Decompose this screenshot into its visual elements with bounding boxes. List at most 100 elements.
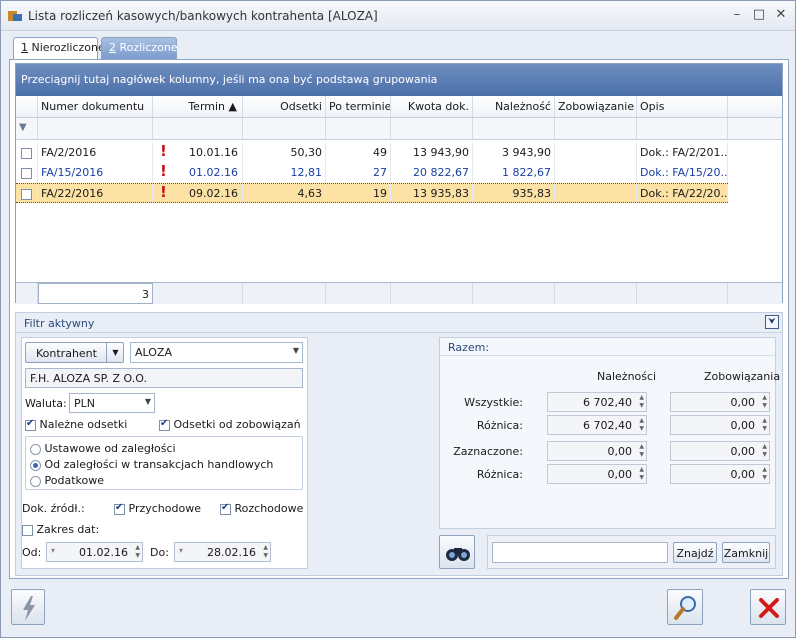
grid-summary-row: 3 bbox=[16, 282, 782, 304]
search-input[interactable] bbox=[492, 542, 668, 563]
filter-panel: Kontrahent ▼ ALOZA ▼ F.H. ALOZA SP. Z O.O… bbox=[21, 337, 308, 569]
preview-button[interactable] bbox=[667, 589, 703, 625]
przychodowe-checkbox[interactable]: Przychodowe bbox=[114, 502, 201, 515]
tab-number: 1 bbox=[21, 41, 28, 54]
cell-doc: FA/22/2016 bbox=[38, 184, 153, 202]
summary-count: 3 bbox=[38, 283, 153, 304]
odsetki-type-group: Ustawowe od zaległości Od zaległości w t… bbox=[25, 436, 303, 490]
close-search-button[interactable]: Zamknij bbox=[722, 542, 770, 563]
zobowiazania-header: Zobowiązania bbox=[704, 370, 781, 383]
maximize-button[interactable]: □ bbox=[750, 7, 768, 23]
sort-ascending-icon: ▲ bbox=[228, 100, 237, 113]
row-select-checkbox[interactable] bbox=[16, 143, 38, 163]
waluta-select[interactable]: PLN ▼ bbox=[69, 393, 155, 413]
roznica-naleznosci: 6 702,40 ▲ ▼ bbox=[547, 415, 647, 435]
summary-cell bbox=[16, 283, 38, 304]
collapse-chevron-icon[interactable]: ⮟ bbox=[765, 315, 779, 329]
do-label: Do: bbox=[150, 546, 169, 559]
wszystkie-label: Wszystkie: bbox=[464, 396, 523, 409]
value: 0,00 bbox=[730, 468, 756, 481]
value: 0,00 bbox=[607, 468, 633, 481]
summary-cell bbox=[637, 283, 728, 304]
cell-odsetki: 4,63 bbox=[243, 184, 326, 202]
kontrahent-combo[interactable]: ALOZA ▼ bbox=[130, 342, 303, 363]
summary-cell bbox=[391, 283, 473, 304]
roznica-zaznaczone-label: Różnica: bbox=[476, 468, 523, 481]
col-termin[interactable]: Termin ▲ bbox=[153, 96, 243, 117]
zaznaczone-label: Zaznaczone: bbox=[453, 445, 523, 458]
spinner-icon: ▲ ▼ bbox=[639, 394, 644, 409]
group-by-panel[interactable]: Przeciągnij tutaj nagłówek kolumny, jeśl… bbox=[16, 64, 782, 96]
filter-cell[interactable] bbox=[243, 118, 326, 139]
filter-cell[interactable] bbox=[391, 118, 473, 139]
col-opis[interactable]: Opis bbox=[637, 96, 728, 117]
filter-cell[interactable] bbox=[326, 118, 391, 139]
cell-doc: FA/15/2016 bbox=[38, 163, 153, 183]
row-select-checkbox[interactable] bbox=[16, 184, 38, 202]
filter-cell[interactable] bbox=[637, 118, 728, 139]
kontrahent-dropdown-icon[interactable]: ▼ bbox=[106, 343, 124, 362]
table-row[interactable]: FA/15/2016 ! 01.02.16 12,81 27 20 822,67 … bbox=[16, 163, 728, 183]
kontrahent-button-label: Kontrahent bbox=[36, 347, 97, 360]
cell-naleznosc: 3 943,90 bbox=[473, 143, 555, 163]
find-button[interactable]: Znajdź bbox=[673, 542, 717, 563]
radio-ustawowe[interactable]: Ustawowe od zaległości bbox=[30, 442, 176, 455]
cell-zobowiazanie bbox=[555, 143, 637, 163]
date-from-input[interactable]: ▾ 01.02.16 ▲ ▼ bbox=[46, 542, 143, 562]
kontrahent-button[interactable]: Kontrahent ▼ bbox=[25, 342, 124, 363]
chevron-down-icon: ▼ bbox=[144, 397, 151, 406]
minimize-button[interactable]: – bbox=[728, 7, 746, 23]
tab-number: 2 bbox=[109, 41, 116, 54]
rozchodowe-checkbox[interactable]: Rozchodowe bbox=[220, 502, 303, 515]
odsetki-zob-checkbox[interactable]: Odsetki od zobowiązań bbox=[159, 418, 301, 431]
col-po-terminie[interactable]: Po terminie bbox=[326, 96, 391, 117]
date-to-value: 28.02.16 bbox=[207, 546, 256, 559]
filter-header-label: Filtr aktywny bbox=[24, 317, 95, 330]
kontrahent-code: ALOZA bbox=[135, 346, 172, 359]
filter-cell[interactable] bbox=[555, 118, 637, 139]
nalezne-odsetki-checkbox[interactable]: Należne odsetki bbox=[25, 418, 127, 431]
tab-nierozliczone[interactable]: 1 Nierozliczone bbox=[13, 37, 105, 60]
spinner-icon: ▲ ▼ bbox=[762, 417, 767, 432]
filter-cell[interactable] bbox=[38, 118, 153, 139]
date-to-input[interactable]: ▾ 28.02.16 ▲ ▼ bbox=[174, 542, 271, 562]
cell-termin: ! 10.01.16 bbox=[153, 143, 243, 163]
lightning-button[interactable] bbox=[11, 589, 45, 625]
cell-po-terminie: 27 bbox=[326, 163, 391, 183]
radio-podatkowe[interactable]: Podatkowe bbox=[30, 474, 104, 487]
filter-cell[interactable] bbox=[473, 118, 555, 139]
filter-area: Filtr aktywny ⮟ Kontrahent ▼ ALOZA ▼ F.H.… bbox=[15, 312, 783, 576]
col-naleznosc[interactable]: Należność bbox=[473, 96, 555, 117]
radio-transakcje-label: Od zaległości w transakcjach handlowych bbox=[44, 458, 274, 471]
tab-rozliczone[interactable]: 2 Rozliczone bbox=[101, 37, 178, 59]
summary-cell bbox=[728, 283, 782, 304]
odsetki-zob-label: Odsetki od zobowiązań bbox=[173, 418, 301, 431]
spinner-icon: ▲ ▼ bbox=[762, 394, 767, 409]
filter-row[interactable]: ▼ bbox=[16, 118, 782, 140]
binoculars-button[interactable] bbox=[439, 535, 475, 569]
roznica-zaznaczone-naleznosci: 0,00 ▲ ▼ bbox=[547, 464, 647, 484]
col-zobowiazanie[interactable]: Zobowiązanie bbox=[555, 96, 637, 117]
spinner-icon[interactable]: ▲ ▼ bbox=[263, 544, 268, 560]
close-window-button[interactable]: ✕ bbox=[772, 7, 790, 23]
zakres-dat-checkbox[interactable]: Zakres dat: bbox=[22, 523, 99, 536]
filter-cell[interactable] bbox=[153, 118, 243, 139]
radio-transakcje-handlowe[interactable]: Od zaległości w transakcjach handlowych bbox=[30, 458, 273, 471]
summary-cell bbox=[153, 283, 243, 304]
cancel-button[interactable] bbox=[750, 589, 786, 625]
value: 6 702,40 bbox=[583, 419, 632, 432]
value: 0,00 bbox=[730, 419, 756, 432]
overdue-warning-icon: ! bbox=[160, 184, 167, 201]
col-odsetki[interactable]: Odsetki bbox=[243, 96, 326, 117]
lightning-icon bbox=[23, 596, 35, 621]
cell-kwota: 20 822,67 bbox=[391, 163, 473, 183]
date-from-value: 01.02.16 bbox=[79, 546, 128, 559]
summary-cell bbox=[326, 283, 391, 304]
row-select-checkbox[interactable] bbox=[16, 163, 38, 183]
col-numer-dokumentu[interactable]: Numer dokumentu bbox=[38, 96, 153, 117]
table-row-selected[interactable]: FA/22/2016 ! 09.02.16 4,63 19 13 935,83 9… bbox=[16, 183, 728, 203]
spinner-icon[interactable]: ▲ ▼ bbox=[135, 544, 140, 560]
col-kwota-dok[interactable]: Kwota dok. bbox=[391, 96, 473, 117]
termin-value: 10.01.16 bbox=[189, 146, 238, 159]
table-row[interactable]: FA/2/2016 ! 10.01.16 50,30 49 13 943,90 3… bbox=[16, 143, 728, 163]
